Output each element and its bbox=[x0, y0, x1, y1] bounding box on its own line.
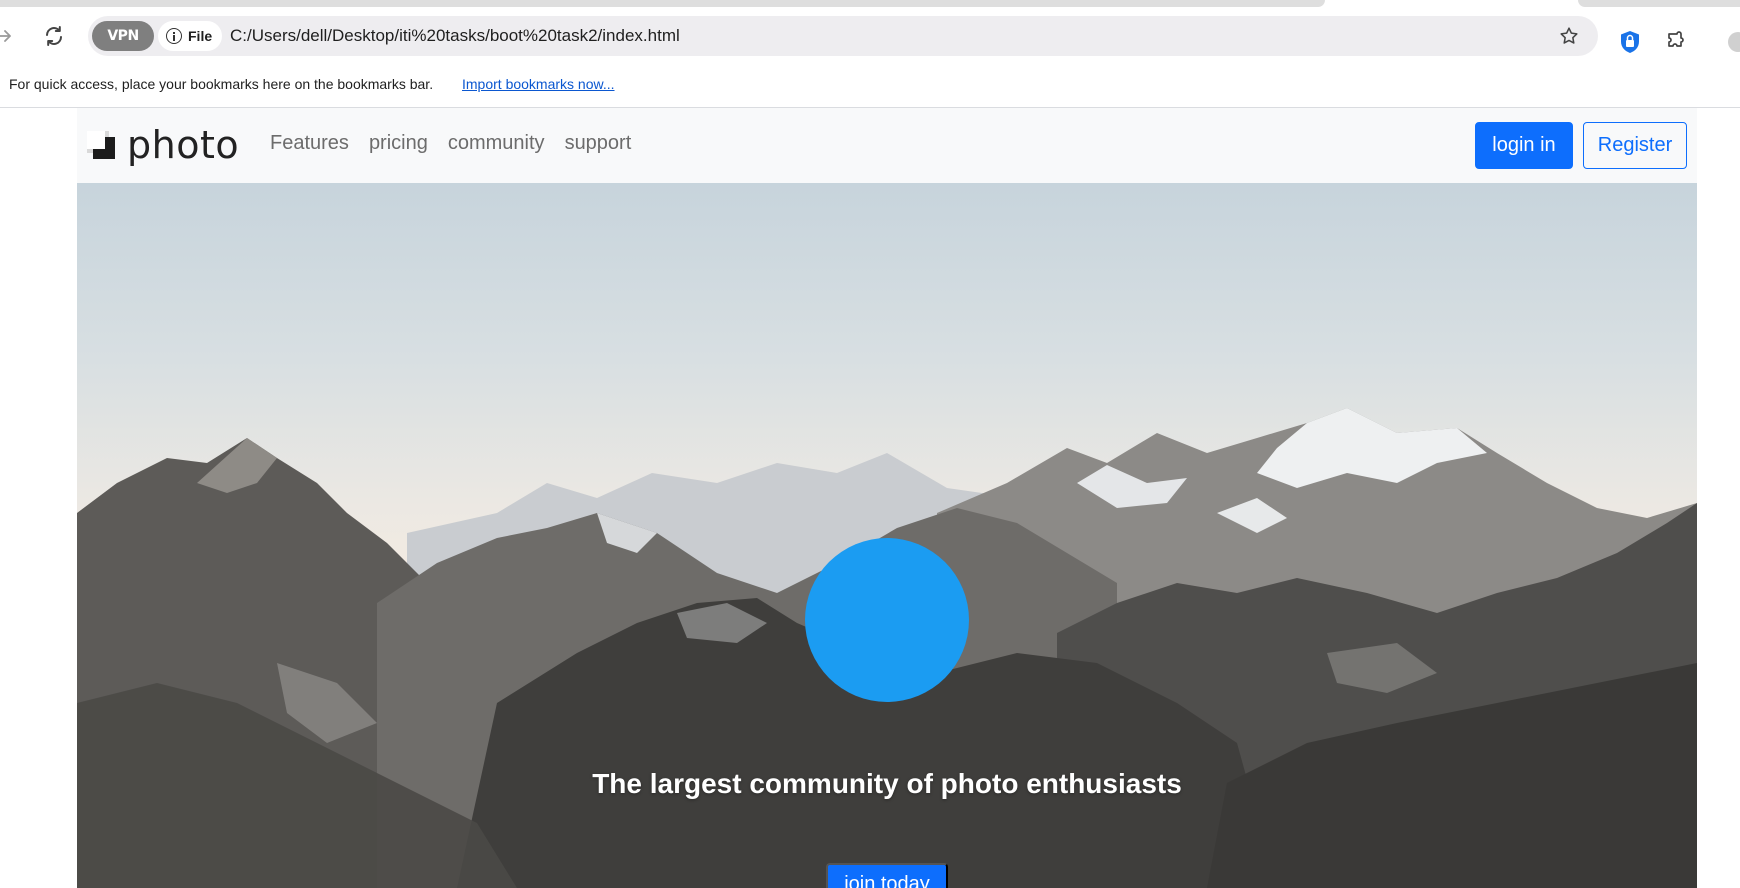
browser-toolbar: VPN File C:/Users/dell/Desktop/iti%20tas… bbox=[0, 8, 1740, 64]
hero-heading: The largest community of photo enthusias… bbox=[592, 768, 1182, 799]
profile-avatar[interactable] bbox=[1728, 32, 1740, 52]
login-button[interactable]: login in bbox=[1475, 122, 1573, 169]
vpn-label: VPN bbox=[107, 28, 139, 44]
logo-icon bbox=[87, 131, 117, 161]
site-info-chip[interactable]: File bbox=[158, 21, 222, 51]
star-icon[interactable] bbox=[1558, 25, 1580, 47]
url-text[interactable]: C:/Users/dell/Desktop/iti%20tasks/boot%2… bbox=[230, 26, 680, 46]
brand-name: photo bbox=[127, 123, 240, 167]
nav-link-support[interactable]: support bbox=[565, 132, 632, 155]
arrow-right-icon[interactable] bbox=[0, 22, 18, 50]
hero-section: The largest community of photo enthusias… bbox=[77, 183, 1697, 888]
nav-link-community[interactable]: community bbox=[448, 132, 545, 155]
tab-strip-shape bbox=[0, 0, 1325, 7]
nav-link-features[interactable]: Features bbox=[270, 132, 349, 155]
join-today-button[interactable]: join today bbox=[826, 863, 948, 888]
register-button[interactable]: Register bbox=[1583, 122, 1687, 169]
bookmarks-message: For quick access, place your bookmarks h… bbox=[9, 76, 434, 92]
site-navbar: photo Features pricing community support… bbox=[77, 108, 1697, 183]
bookmarks-bar: For quick access, place your bookmarks h… bbox=[0, 64, 1740, 108]
vpn-button[interactable]: VPN bbox=[92, 21, 154, 51]
hero-circle-graphic bbox=[805, 538, 969, 702]
shield-icon[interactable] bbox=[1618, 30, 1642, 54]
reload-icon[interactable] bbox=[40, 22, 68, 50]
tab-strip-shape bbox=[1578, 0, 1740, 7]
nav-link-pricing[interactable]: pricing bbox=[369, 132, 428, 155]
info-icon bbox=[166, 28, 182, 44]
scheme-label: File bbox=[188, 28, 213, 44]
nav-links: Features pricing community support bbox=[270, 132, 631, 155]
import-bookmarks-link[interactable]: Import bookmarks now... bbox=[462, 76, 615, 92]
address-bar[interactable]: VPN File C:/Users/dell/Desktop/iti%20tas… bbox=[88, 16, 1598, 56]
brand-link[interactable]: photo bbox=[87, 123, 240, 167]
puzzle-icon[interactable] bbox=[1665, 30, 1689, 54]
page-viewport: photo Features pricing community support… bbox=[0, 108, 1740, 888]
tab-strip bbox=[0, 0, 1740, 8]
